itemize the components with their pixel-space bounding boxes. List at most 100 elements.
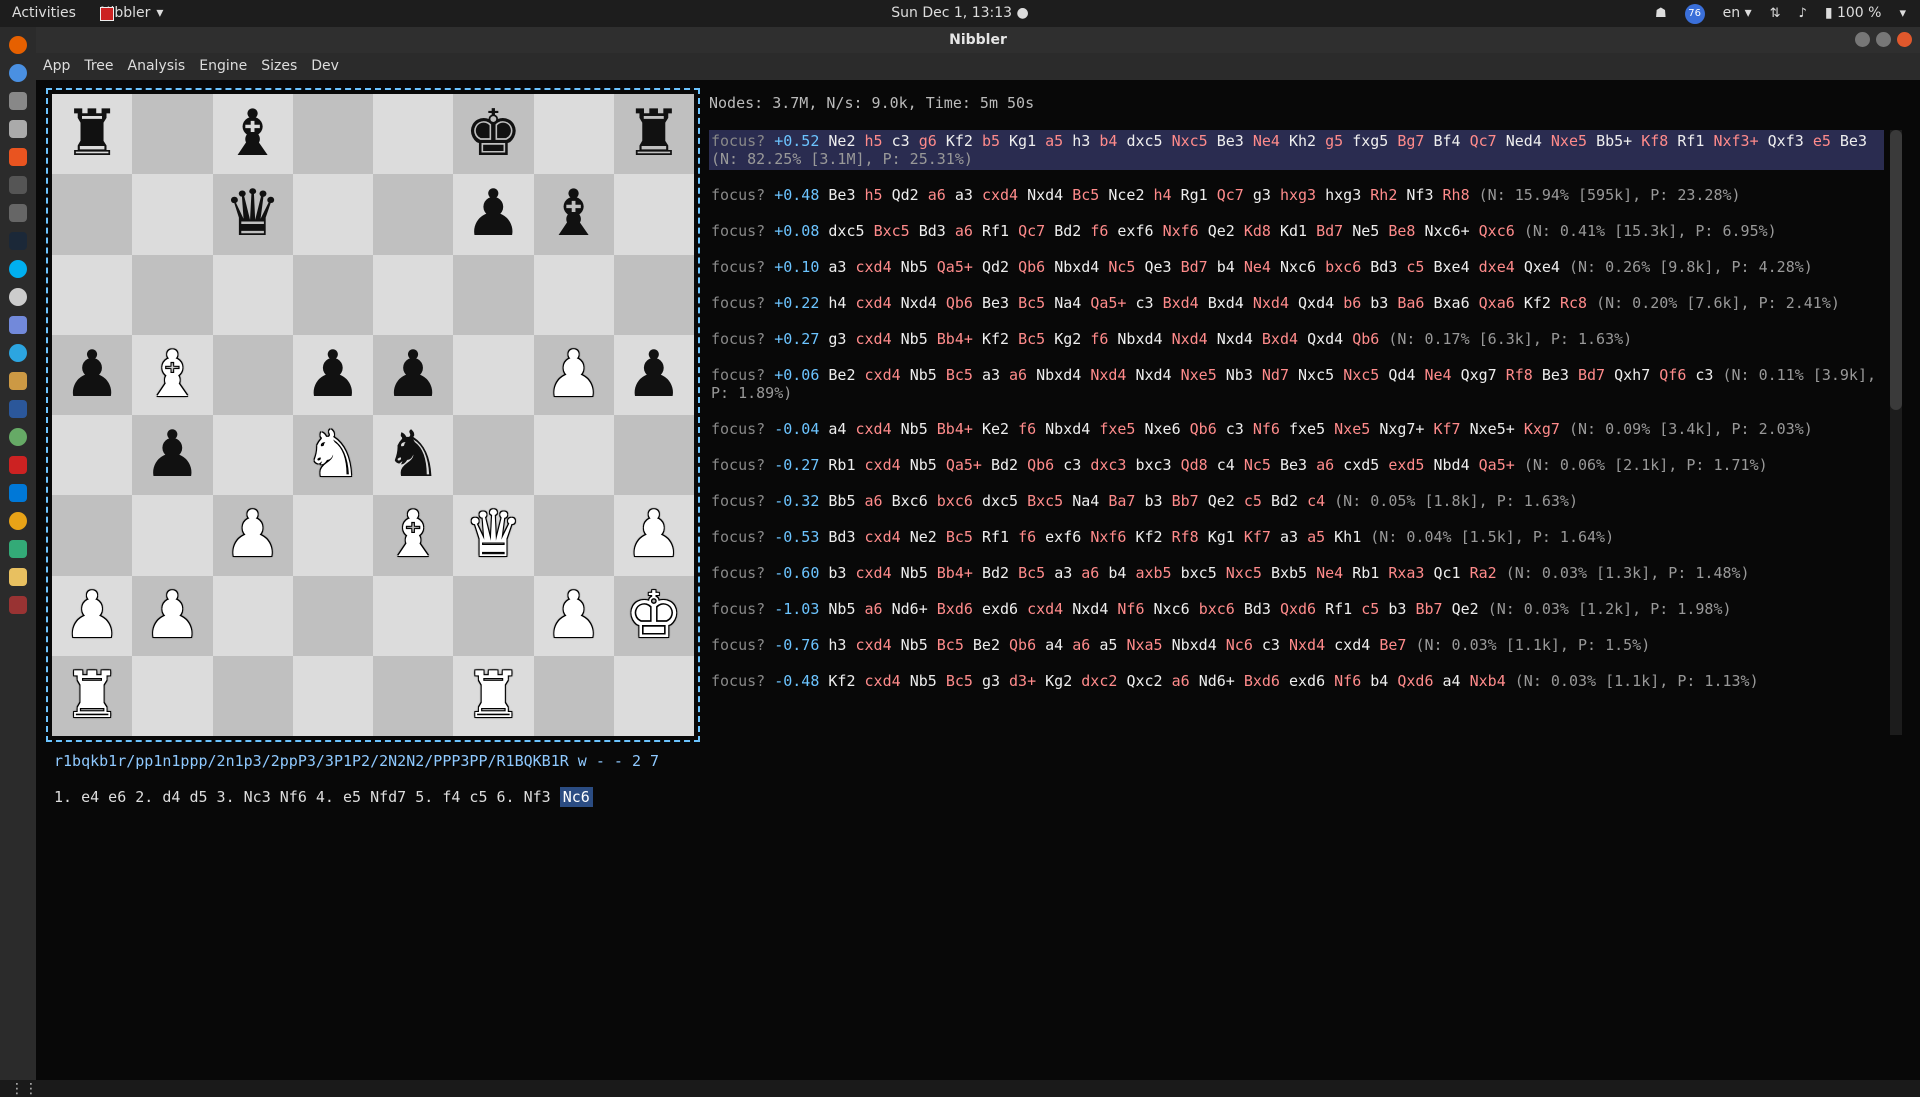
- pv-move[interactable]: Kd1: [1280, 222, 1316, 240]
- app-icon[interactable]: [9, 512, 27, 530]
- pv-move[interactable]: Ne2: [828, 132, 864, 150]
- pv-move[interactable]: Qxd6: [1280, 600, 1325, 618]
- pv-move[interactable]: Qc1: [1434, 564, 1470, 582]
- pv-move[interactable]: b5: [982, 132, 1009, 150]
- pv-move[interactable]: h3: [1072, 132, 1099, 150]
- board-square[interactable]: [132, 254, 213, 335]
- show-apps-icon[interactable]: ⋮⋮: [10, 1082, 38, 1096]
- pv-move[interactable]: Kf7: [1244, 528, 1280, 546]
- pv-move[interactable]: d3+: [1009, 672, 1045, 690]
- board-square[interactable]: [132, 495, 213, 576]
- board-square[interactable]: [212, 575, 293, 656]
- pv-move[interactable]: e5: [1813, 132, 1840, 150]
- pv-move[interactable]: Nxe5: [1551, 132, 1596, 150]
- maximize-button[interactable]: [1876, 32, 1891, 47]
- pv-move[interactable]: Bxb5: [1271, 564, 1316, 582]
- board-square[interactable]: [212, 254, 293, 335]
- pv-move[interactable]: Bc5: [946, 672, 982, 690]
- pv-move[interactable]: bxc6: [1199, 600, 1244, 618]
- pv-move[interactable]: Bxd4: [1262, 330, 1307, 348]
- focus-label[interactable]: focus?: [711, 132, 774, 150]
- pv-move[interactable]: Bd2: [982, 564, 1018, 582]
- pv-move[interactable]: Kf2: [946, 132, 982, 150]
- pv-move[interactable]: Qa5+: [1090, 294, 1135, 312]
- pv-move[interactable]: Qd2: [982, 258, 1018, 276]
- focus-label[interactable]: focus?: [711, 672, 774, 690]
- language-indicator[interactable]: en ▾: [1723, 0, 1752, 27]
- battery-indicator[interactable]: ▮ 100 %: [1825, 0, 1882, 27]
- pv-move[interactable]: Bb5: [828, 492, 864, 510]
- menu-dev[interactable]: Dev: [304, 53, 346, 80]
- pv-move[interactable]: Bxe4: [1434, 258, 1479, 276]
- pv-move[interactable]: Qxe4: [1524, 258, 1569, 276]
- board-square[interactable]: [613, 174, 694, 255]
- pv-move[interactable]: c3: [1226, 420, 1253, 438]
- pv-move[interactable]: Nxd4: [1289, 636, 1334, 654]
- pv-move[interactable]: c4: [1307, 492, 1334, 510]
- pv-move[interactable]: dxc2: [1081, 672, 1126, 690]
- pv-move[interactable]: Kg2: [1045, 672, 1081, 690]
- app-icon[interactable]: [9, 288, 27, 306]
- pv-move[interactable]: Nxc5: [1172, 132, 1217, 150]
- pv-move[interactable]: Ne4: [1253, 132, 1289, 150]
- pv-move[interactable]: Qc7: [1018, 222, 1054, 240]
- menu-sizes[interactable]: Sizes: [254, 53, 304, 80]
- pv-move[interactable]: Qxh7: [1614, 366, 1659, 384]
- pv-move[interactable]: Qxg7: [1461, 366, 1506, 384]
- pv-move[interactable]: Nxd4: [1072, 600, 1117, 618]
- pv-move[interactable]: a3: [1280, 528, 1307, 546]
- pv-move[interactable]: exd5: [1388, 456, 1433, 474]
- pv-move[interactable]: h4: [1154, 186, 1181, 204]
- pv-move[interactable]: a6: [1072, 636, 1099, 654]
- pv-move[interactable]: Qd4: [1388, 366, 1424, 384]
- activities-button[interactable]: Activities: [12, 0, 76, 27]
- pv-move[interactable]: Nbxd4: [1036, 366, 1090, 384]
- focus-label[interactable]: focus?: [711, 600, 774, 618]
- pv-line[interactable]: focus? +0.27 g3 cxd4 Nb5 Bb4+ Kf2 Bc5 Kg…: [709, 328, 1884, 350]
- black-bishop-icon[interactable]: ♝: [534, 174, 614, 254]
- close-button[interactable]: [1897, 32, 1912, 47]
- pv-move[interactable]: Nb5: [901, 636, 937, 654]
- pv-move[interactable]: dxc5: [982, 492, 1027, 510]
- pv-move[interactable]: Rf8: [1506, 366, 1542, 384]
- pv-move[interactable]: Nxc6: [1280, 258, 1325, 276]
- pv-move[interactable]: Ned4: [1506, 132, 1551, 150]
- pv-move[interactable]: Bc5: [946, 528, 982, 546]
- current-move[interactable]: Nc6: [559, 787, 593, 807]
- pv-move[interactable]: cxd4: [865, 456, 910, 474]
- network-icon[interactable]: ⇅: [1770, 0, 1781, 27]
- app-menu[interactable]: Nibbler ▾: [100, 0, 163, 27]
- pv-move[interactable]: Bb5+: [1596, 132, 1641, 150]
- pv-move[interactable]: Nxc6: [1154, 600, 1199, 618]
- pv-move[interactable]: a3: [982, 366, 1009, 384]
- pv-move[interactable]: c5: [1361, 600, 1388, 618]
- pv-move[interactable]: axb5: [1135, 564, 1180, 582]
- pv-move[interactable]: Qd2: [892, 186, 928, 204]
- pv-move[interactable]: Ne4: [1316, 564, 1352, 582]
- black-king-icon[interactable]: ♚: [453, 94, 533, 174]
- pv-move[interactable]: Bb4+: [937, 564, 982, 582]
- pv-move[interactable]: Nb5: [910, 366, 946, 384]
- pv-move[interactable]: b4: [1108, 564, 1135, 582]
- pv-move[interactable]: Rf1: [1325, 600, 1361, 618]
- pv-line[interactable]: focus? -1.03 Nb5 a6 Nd6+ Bxd6 exd6 cxd4 …: [709, 598, 1884, 620]
- focus-label[interactable]: focus?: [711, 492, 774, 510]
- notification-badge[interactable]: 76: [1684, 3, 1705, 24]
- pv-move[interactable]: h5: [865, 186, 892, 204]
- pv-move[interactable]: hxg3: [1325, 186, 1370, 204]
- pv-move[interactable]: Be3: [1840, 132, 1867, 150]
- focus-label[interactable]: focus?: [711, 366, 774, 384]
- pv-move[interactable]: Nxc5: [1226, 564, 1271, 582]
- pv-move[interactable]: Nf3: [1406, 186, 1442, 204]
- board-square[interactable]: [533, 415, 614, 496]
- pv-move[interactable]: Qb6: [946, 294, 982, 312]
- board-square[interactable]: [453, 575, 534, 656]
- move-list-text[interactable]: 1. e4 e6 2. d4 d5 3. Nc3 Nf6 4. e5 Nfd7 …: [54, 788, 551, 806]
- pv-move[interactable]: Qe2: [1208, 222, 1244, 240]
- black-queen-icon[interactable]: ♛: [213, 174, 293, 254]
- pv-move[interactable]: Qb6: [1018, 258, 1054, 276]
- pv-move[interactable]: Ne5: [1352, 222, 1388, 240]
- focus-label[interactable]: focus?: [711, 222, 774, 240]
- pv-move[interactable]: b3: [1145, 492, 1172, 510]
- pv-move[interactable]: Bxc5: [1027, 492, 1072, 510]
